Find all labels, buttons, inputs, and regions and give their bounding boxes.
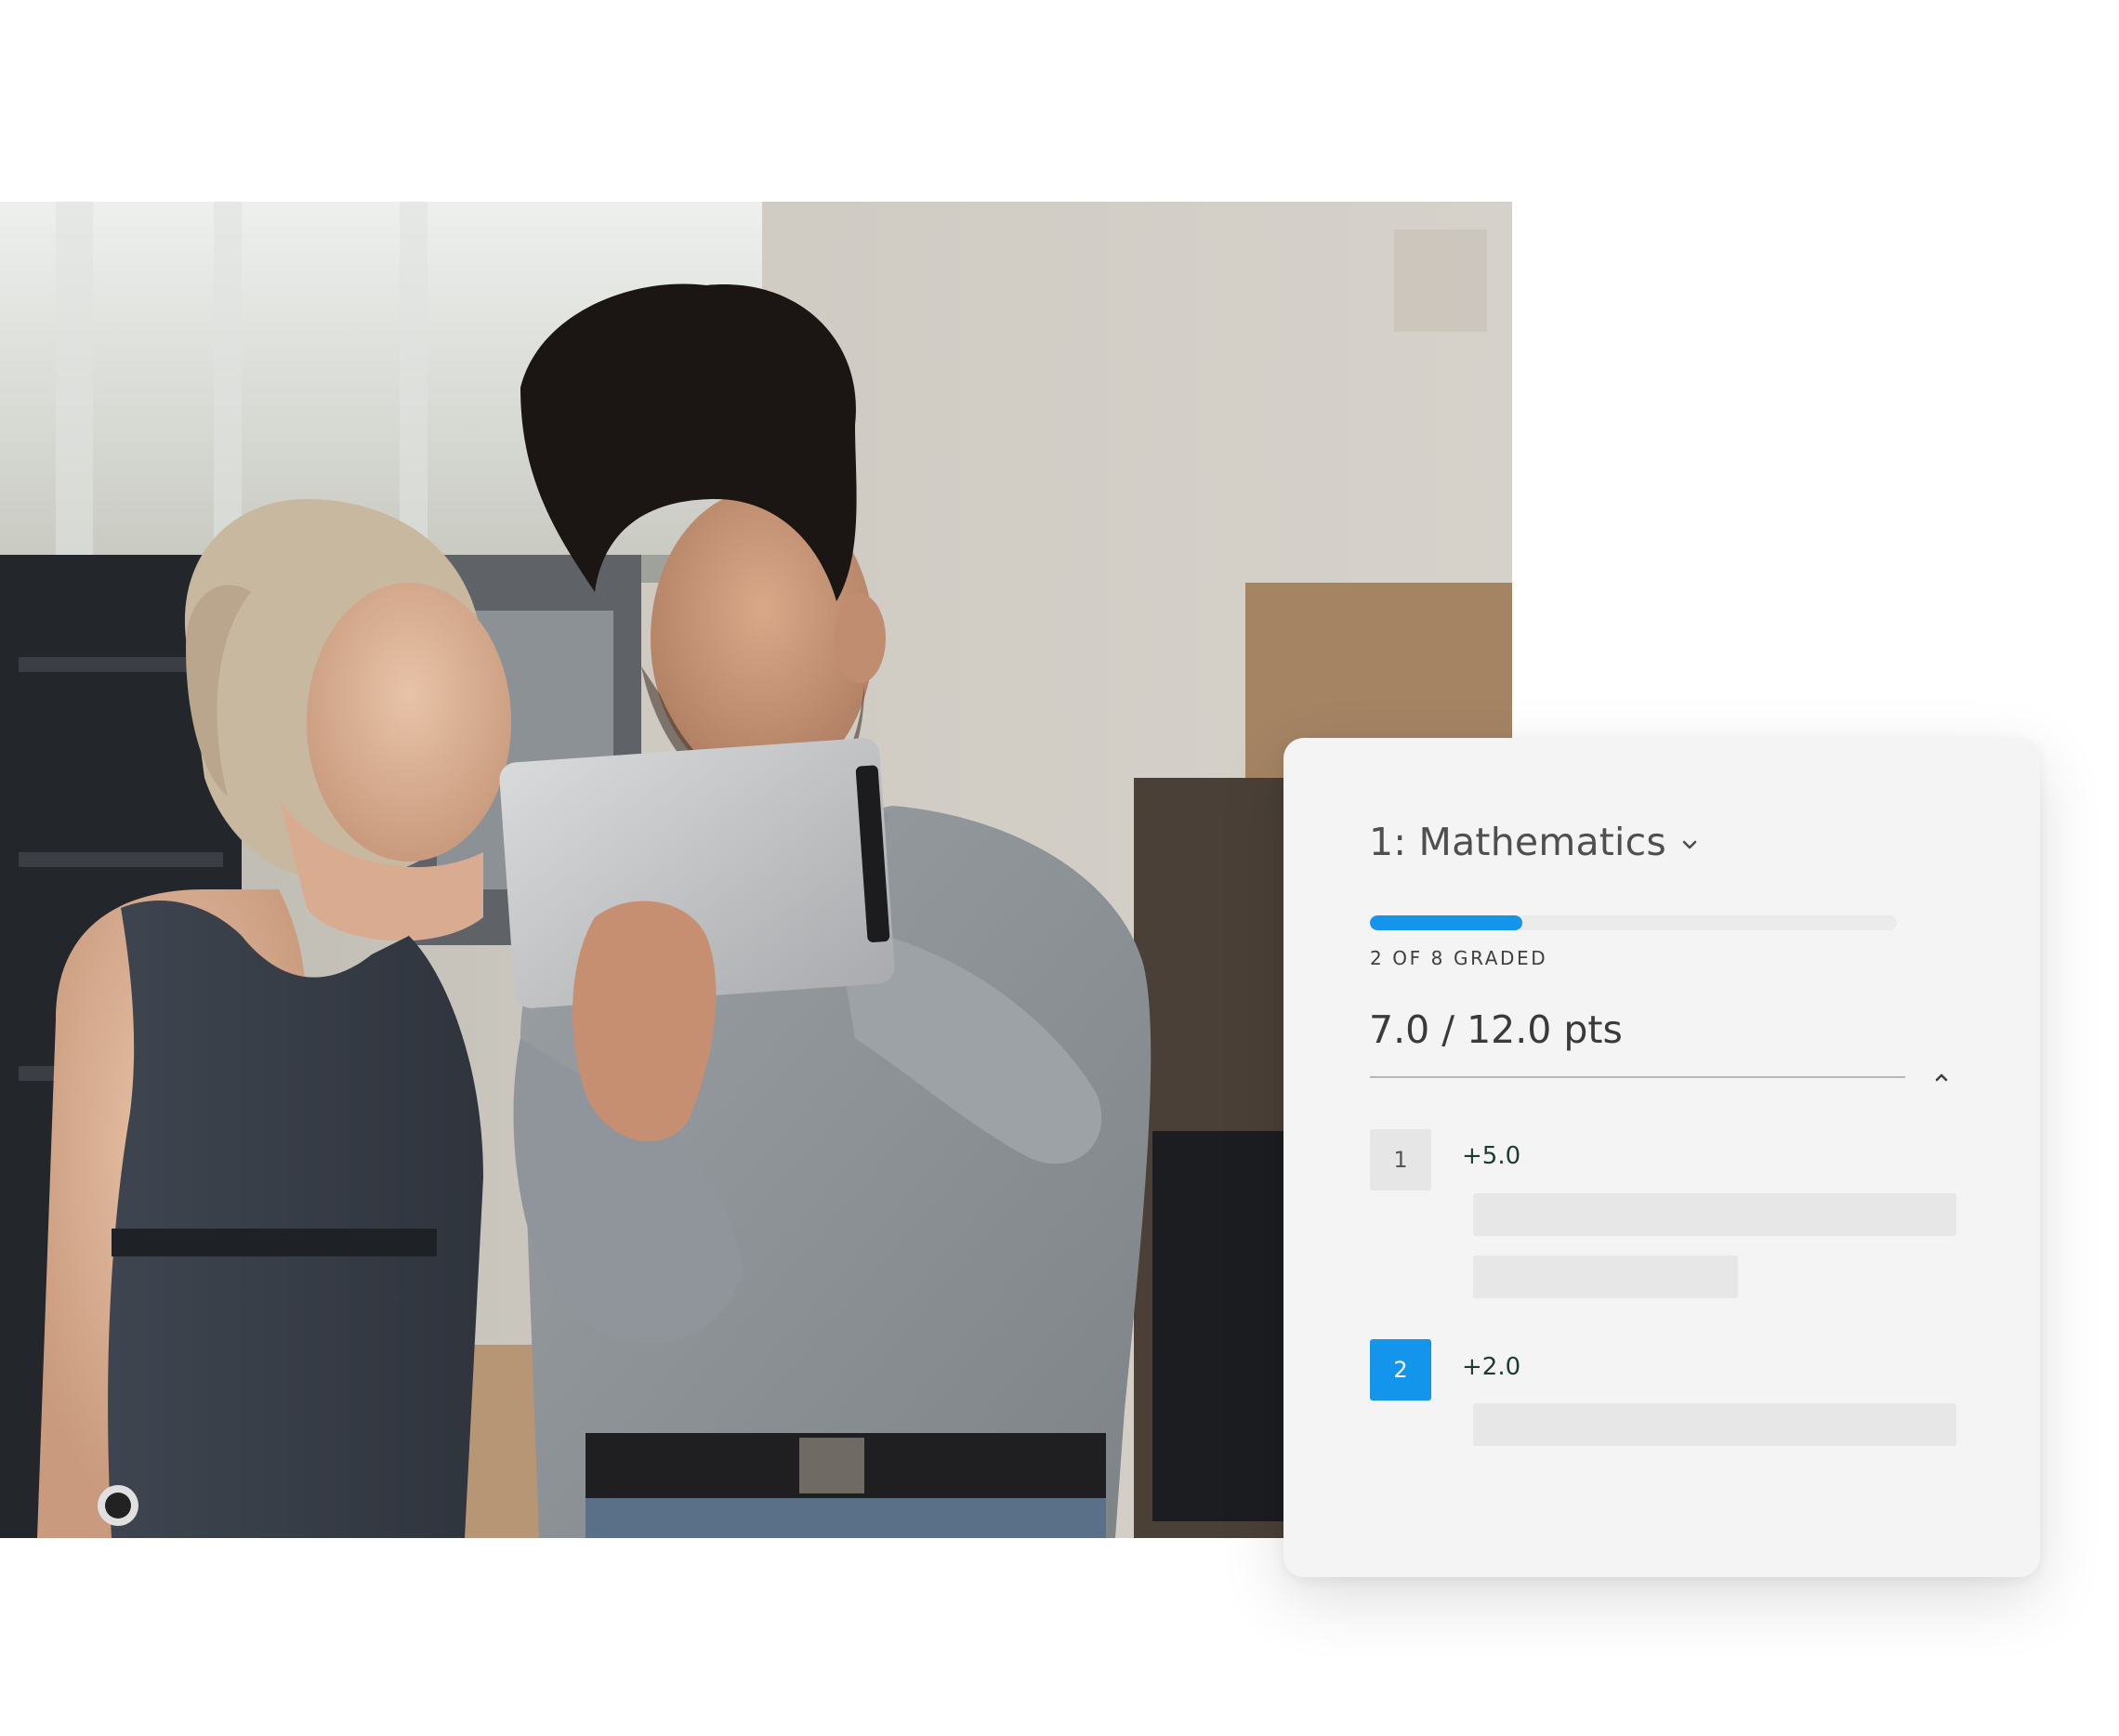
chevron-up-icon[interactable] <box>1929 1065 1954 1089</box>
question-number-1[interactable]: 1 <box>1370 1129 1431 1190</box>
question-1-points: +5.0 <box>1462 1142 1521 1170</box>
page: 1: Mathematics 2 OF 8 GRADED 7.0 / 12.0 … <box>0 0 2119 1736</box>
question-2-placeholder-line <box>1473 1403 1956 1446</box>
grading-progress-bar <box>1370 915 1897 930</box>
score-total: 7.0 / 12.0 pts <box>1369 1007 1623 1052</box>
chevron-down-icon <box>1679 835 1700 855</box>
grading-progress-fill <box>1370 915 1522 930</box>
question-2-points: +2.0 <box>1462 1353 1521 1381</box>
question-number-2[interactable]: 2 <box>1370 1339 1431 1401</box>
grading-card: 1: Mathematics 2 OF 8 GRADED 7.0 / 12.0 … <box>1283 738 2040 1577</box>
question-1-placeholder-line <box>1473 1193 1956 1236</box>
subject-title: 1: Mathematics <box>1369 820 1666 864</box>
graded-count-label: 2 OF 8 GRADED <box>1370 947 1548 969</box>
question-1-placeholder-line <box>1473 1256 1738 1298</box>
score-divider <box>1370 1076 1905 1078</box>
subject-dropdown[interactable]: 1: Mathematics <box>1369 820 1700 864</box>
